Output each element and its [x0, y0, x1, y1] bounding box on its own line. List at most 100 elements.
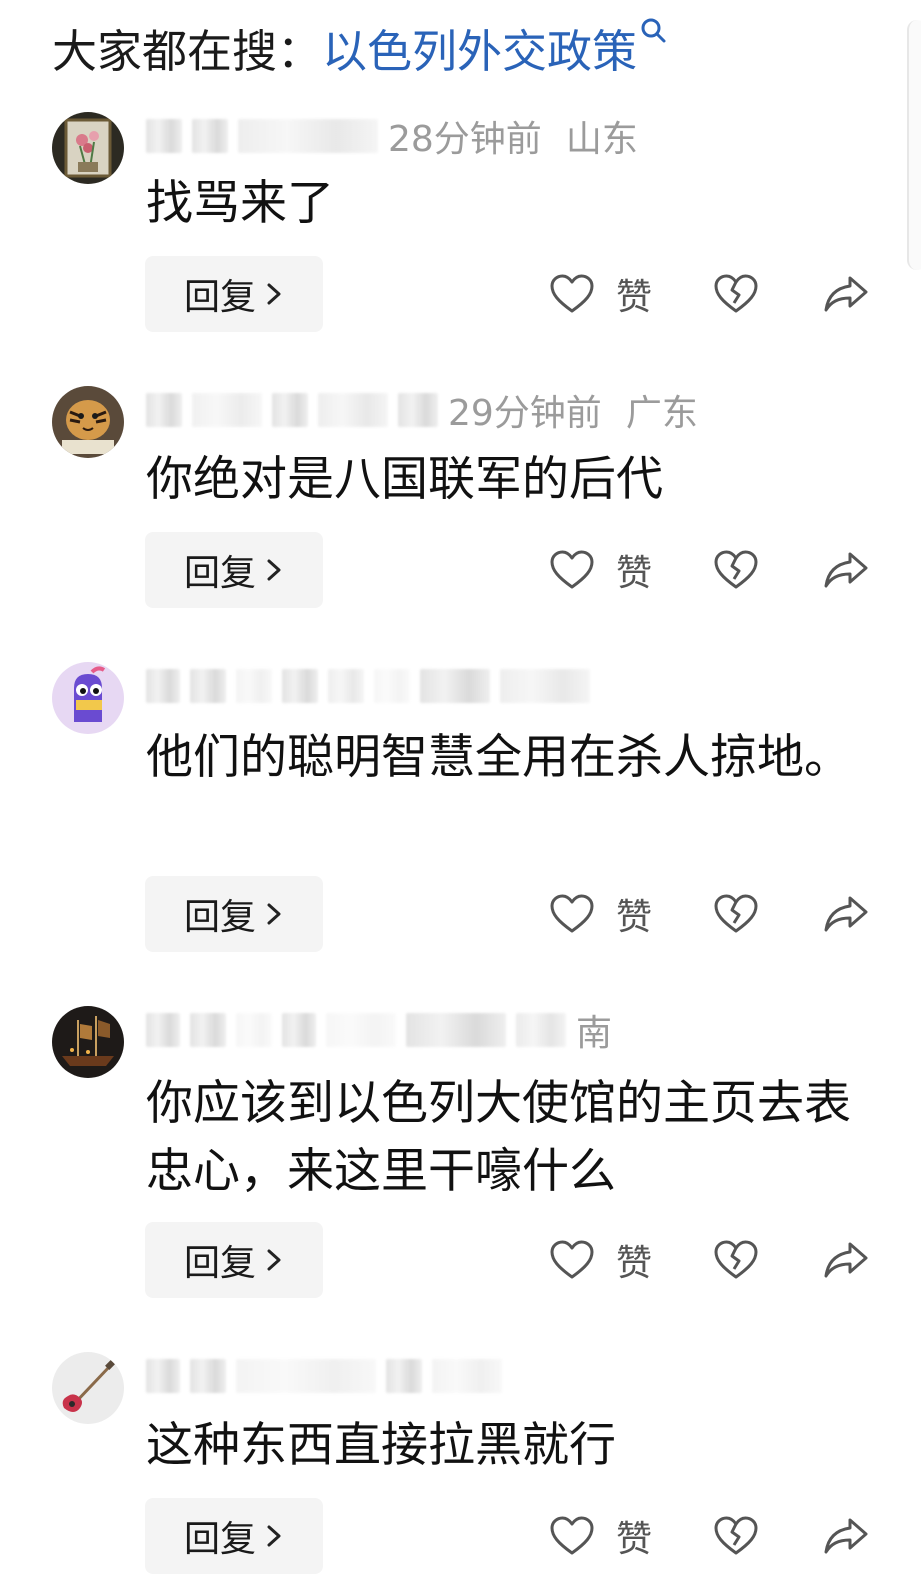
redacted-username	[146, 669, 180, 703]
comment-meta: 29分钟前 广东	[146, 390, 722, 434]
reply-button[interactable]: 回复	[145, 876, 323, 952]
comment-actions: 赞	[548, 1498, 888, 1574]
like-label: 赞	[616, 1243, 653, 1284]
chevron-right-icon	[267, 903, 281, 925]
like-label: 赞	[616, 897, 653, 938]
redacted-username	[192, 119, 228, 153]
like-label: 赞	[616, 277, 653, 318]
dislike-button[interactable]	[712, 256, 760, 332]
redacted-username	[190, 1013, 226, 1047]
hot-search-bar[interactable]: 大家都在搜： 以色列外交政策	[52, 14, 667, 80]
like-label: 赞	[616, 553, 653, 594]
comment-time: 28分钟前	[388, 119, 542, 160]
comment-actions: 赞	[548, 532, 888, 608]
reply-button[interactable]: 回复	[145, 256, 323, 332]
avatar[interactable]	[52, 112, 124, 184]
redacted-username	[146, 1359, 180, 1393]
redacted-username	[236, 669, 272, 703]
scroll-edge	[907, 20, 921, 270]
comment-actions: 赞	[548, 1222, 888, 1298]
dislike-button[interactable]	[712, 1222, 760, 1298]
redacted-username	[236, 1013, 272, 1047]
dislike-button[interactable]	[712, 876, 760, 952]
redacted-username	[190, 1359, 226, 1393]
hot-search-link[interactable]: 以色列外交政策	[322, 15, 667, 80]
reply-button[interactable]: 回复	[145, 532, 323, 608]
share-arrow-icon	[824, 896, 868, 932]
share-arrow-icon	[824, 552, 868, 588]
reply-label: 回复	[183, 1519, 256, 1560]
avatar[interactable]	[52, 386, 124, 458]
avatar[interactable]	[52, 1006, 124, 1078]
broken-heart-icon	[714, 1240, 758, 1279]
like-button[interactable]: 赞	[548, 876, 652, 952]
redacted-username	[386, 1359, 422, 1393]
redacted-username	[190, 669, 226, 703]
comment-region: 山东	[565, 119, 638, 160]
heart-icon	[550, 1516, 594, 1555]
redacted-username	[500, 669, 590, 703]
broken-heart-icon	[714, 1516, 758, 1555]
chevron-right-icon	[267, 559, 281, 581]
redacted-username	[272, 393, 308, 427]
comment-meta	[146, 666, 600, 706]
comment-meta	[146, 1356, 512, 1396]
heart-icon	[550, 1240, 594, 1279]
dislike-button[interactable]	[712, 532, 760, 608]
comment-text: 你绝对是八国联军的后代	[146, 452, 663, 507]
comment-text: 他们的聪明智慧全用在杀人掠地。	[146, 730, 851, 785]
redacted-username	[432, 1359, 502, 1393]
chevron-right-icon	[267, 1525, 281, 1547]
comment-region: 广东	[625, 393, 698, 434]
search-icon[interactable]	[639, 17, 667, 45]
redacted-username	[406, 1013, 506, 1047]
reply-button[interactable]: 回复	[145, 1222, 323, 1298]
reply-label: 回复	[183, 553, 256, 594]
like-label: 赞	[616, 1519, 653, 1560]
broken-heart-icon	[714, 274, 758, 313]
avatar[interactable]	[52, 1352, 124, 1424]
redacted-username	[374, 669, 410, 703]
comment-text: 这种东西直接拉黑就行	[146, 1418, 616, 1473]
comment-text: 你应该到以色列大使馆的主页去表忠心，来这里干嚎什么	[146, 1076, 851, 1199]
redacted-username	[420, 669, 490, 703]
heart-icon	[550, 550, 594, 589]
redacted-username	[146, 1013, 180, 1047]
avatar[interactable]	[52, 662, 124, 734]
like-button[interactable]: 赞	[548, 1498, 652, 1574]
redacted-username	[516, 1013, 566, 1047]
redacted-username	[146, 393, 182, 427]
heart-icon	[550, 274, 594, 313]
redacted-username	[146, 119, 182, 153]
hot-search-prefix: 大家都在搜：	[52, 24, 323, 78]
share-button[interactable]	[822, 1498, 870, 1574]
share-button[interactable]	[822, 1222, 870, 1298]
reply-label: 回复	[183, 897, 256, 938]
share-arrow-icon	[824, 276, 868, 312]
redacted-username	[238, 119, 378, 153]
like-button[interactable]: 赞	[548, 256, 652, 332]
dislike-button[interactable]	[712, 1498, 760, 1574]
heart-icon	[550, 894, 594, 933]
redacted-username	[236, 1359, 376, 1393]
comment-region: 南	[576, 1013, 613, 1054]
comment-actions: 赞	[548, 876, 888, 952]
redacted-username	[282, 669, 318, 703]
broken-heart-icon	[714, 550, 758, 589]
share-button[interactable]	[822, 876, 870, 952]
reply-label: 回复	[183, 1243, 256, 1284]
redacted-username	[328, 669, 364, 703]
share-button[interactable]	[822, 532, 870, 608]
reply-button[interactable]: 回复	[145, 1498, 323, 1574]
like-button[interactable]: 赞	[548, 532, 652, 608]
hot-search-query[interactable]: 以色列外交政策	[322, 15, 637, 80]
redacted-username	[192, 393, 262, 427]
broken-heart-icon	[714, 894, 758, 933]
like-button[interactable]: 赞	[548, 1222, 652, 1298]
comment-text: 找骂来了	[146, 176, 334, 231]
chevron-right-icon	[267, 1249, 281, 1271]
share-arrow-icon	[824, 1518, 868, 1554]
redacted-username	[318, 393, 388, 427]
share-button[interactable]	[822, 256, 870, 332]
redacted-username	[398, 393, 438, 427]
